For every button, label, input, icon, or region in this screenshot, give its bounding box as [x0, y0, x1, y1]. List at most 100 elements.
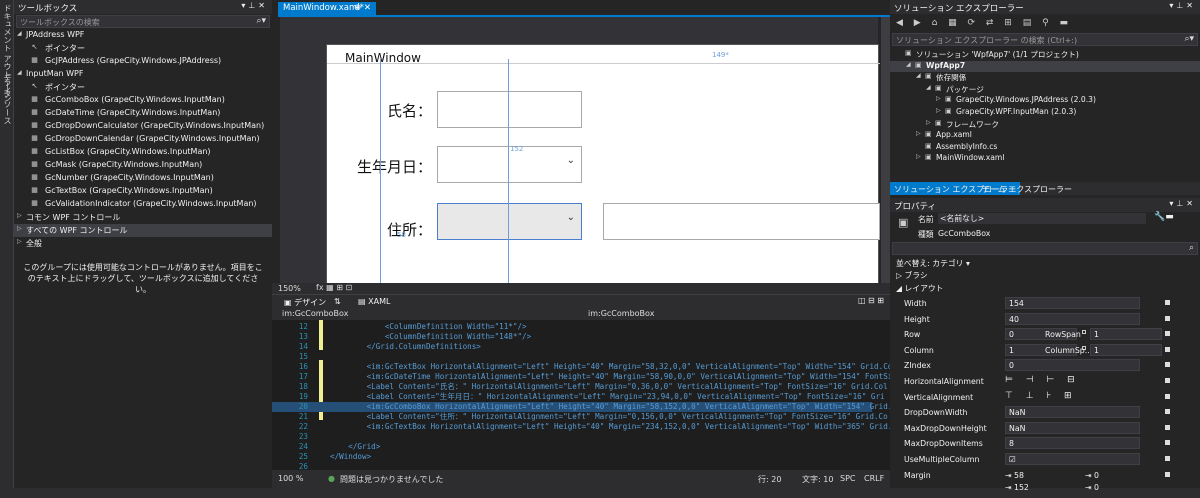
close-icon[interactable]: ⊕ ✕: [354, 3, 371, 13]
tab-design[interactable]: ▣ デザイン: [284, 297, 326, 308]
expand-icon[interactable]: ▷: [17, 225, 22, 232]
solution-tree-item[interactable]: ▷ ▣ フレームワーク: [890, 119, 1200, 130]
property-marker[interactable]: [1165, 471, 1170, 477]
solution-tree-item[interactable]: ▷ ▣ GrapeCity.Windows.JPAddress (2.0.3): [890, 95, 1200, 106]
alignment-buttons[interactable]: ⊤ ⊥ ⊦ ⊞: [1005, 391, 1077, 401]
label-birthdate[interactable]: 生年月日：: [357, 156, 432, 177]
wrench-icon[interactable]: 🔧▬: [1154, 212, 1174, 222]
chevron-down-icon[interactable]: ⌄: [567, 155, 575, 166]
margin-top[interactable]: ⇥ 0: [1085, 471, 1099, 480]
breadcrumb-right[interactable]: im:GcComboBox: [588, 309, 654, 318]
label-address[interactable]: 住所：: [387, 219, 432, 240]
expand-icon[interactable]: ▷: [916, 153, 921, 160]
property-value[interactable]: 0: [1005, 359, 1140, 372]
pin-icon[interactable]: ⊥: [1176, 199, 1186, 208]
code-line[interactable]: 15: [272, 352, 872, 362]
toolbox-item[interactable]: ▦ GcMask (GrapeCity.Windows.InputMan): [14, 159, 272, 172]
xaml-code-editor[interactable]: 12 <ColumnDefinition Width="11*"/> 13 <Co…: [272, 320, 893, 471]
code-line[interactable]: 25 </Window>: [272, 452, 872, 462]
breadcrumb-left[interactable]: im:GcComboBox: [282, 309, 348, 318]
toolbox-group[interactable]: ▷ コモン WPF コントロール: [14, 211, 272, 224]
expand-icon[interactable]: ▷: [936, 107, 941, 114]
property-marker[interactable]: [1165, 409, 1170, 415]
property-value[interactable]: NaN: [1005, 421, 1140, 434]
code-line[interactable]: 17 <im:GcDateTime HorizontalAlignment="L…: [272, 372, 893, 382]
zoom-select[interactable]: 150%: [278, 284, 301, 293]
solution-tree-item[interactable]: ▷ ▣ GrapeCity.WPF.InputMan (2.0.3): [890, 107, 1200, 118]
name-textbox[interactable]: [437, 91, 582, 128]
toolbox-item[interactable]: ↖ ポインター: [14, 81, 272, 94]
designer-scrollbar[interactable]: [881, 17, 890, 283]
split-layout-icon[interactable]: ◫ ⊟ ⊞: [858, 296, 884, 305]
solution-tree-item[interactable]: ◢ ▣ WpfApp7: [890, 60, 1200, 72]
code-line[interactable]: 12 <ColumnDefinition Width="11*"/>: [272, 322, 872, 332]
expand-icon[interactable]: ▷: [17, 238, 22, 245]
close-icon[interactable]: ✕: [258, 1, 268, 10]
code-line[interactable]: 13 <ColumnDefinition Width="148*"/>: [272, 332, 872, 342]
property-value[interactable]: 1: [1090, 328, 1162, 341]
code-line[interactable]: 19 <Label Content="生年月日：" HorizontalAlig…: [272, 392, 885, 402]
toolbox-item[interactable]: ▦ GcComboBox (GrapeCity.Windows.InputMan): [14, 94, 272, 107]
solution-search-input[interactable]: ソリューション エクスプローラー の検索 (Ctrl+:) ⌕▾: [892, 33, 1198, 46]
name-field[interactable]: <名前なし>: [938, 213, 1146, 224]
window-preview[interactable]: MainWindow 氏名： 生年月日： 住所： ⌄ ⌄ 149* 152 58: [326, 44, 880, 285]
property-value[interactable]: 40: [1005, 312, 1140, 325]
search-icon[interactable]: ⌕: [1189, 243, 1194, 253]
property-marker[interactable]: [1165, 346, 1170, 352]
expand-icon[interactable]: ▷: [926, 119, 931, 126]
pin-icon[interactable]: ⊥: [248, 1, 258, 10]
property-value[interactable]: NaN: [1005, 406, 1140, 419]
code-line[interactable]: 16 <im:GcTextBox HorizontalAlignment="Le…: [272, 362, 893, 372]
toolbox-item[interactable]: ↖ ポインター: [14, 42, 272, 55]
solution-tree-item[interactable]: ◢ ▣ パッケージ: [890, 84, 1200, 95]
chevron-down-icon[interactable]: ⌄: [567, 212, 575, 223]
properties-search-input[interactable]: ⌕: [892, 242, 1198, 255]
toolbox-item[interactable]: ▦ GcDropDownCalculator (GrapeCity.Windows…: [14, 120, 272, 133]
issue-status[interactable]: 問題は見つかりませんでした: [340, 474, 443, 485]
close-icon[interactable]: ✕: [1186, 1, 1196, 10]
tab-mainwindow-xaml[interactable]: MainWindow.xaml* ⊕ ✕: [278, 2, 376, 15]
category-layout[interactable]: ◢ レイアウト: [896, 283, 943, 294]
expand-icon[interactable]: ▷: [936, 95, 941, 102]
toolbox-item[interactable]: ▦ GcListBox (GrapeCity.Windows.InputMan): [14, 146, 272, 159]
property-marker[interactable]: [1165, 440, 1170, 446]
code-line[interactable]: 23: [272, 432, 872, 442]
toolbox-search-input[interactable]: ツールボックスの検索 ⌕▾: [16, 15, 270, 28]
toolbox-group[interactable]: ▷ 全般: [14, 237, 272, 250]
tab-team-explorer[interactable]: チーム エクスプローラー: [982, 184, 1072, 195]
expand-icon[interactable]: ◢: [17, 69, 22, 76]
expand-icon[interactable]: ◢: [926, 84, 931, 91]
property-marker[interactable]: [1165, 378, 1170, 383]
property-marker[interactable]: [1165, 456, 1170, 461]
toolbox-group[interactable]: ◢ InputMan WPF: [14, 68, 272, 81]
expand-icon[interactable]: ◢: [906, 61, 911, 68]
zoom-level[interactable]: 100 %: [278, 474, 303, 483]
solution-tree-item[interactable]: ▷ ▣ App.xaml: [890, 130, 1200, 141]
close-icon[interactable]: ✕: [1186, 199, 1196, 208]
solution-tree-item[interactable]: ▣ AssemblyInfo.cs: [890, 142, 1200, 153]
expand-icon[interactable]: ▷: [916, 130, 921, 137]
swap-icon[interactable]: ⇅: [334, 297, 341, 306]
toolbox-item[interactable]: ▦ GcNumber (GrapeCity.Windows.InputMan): [14, 172, 272, 185]
expand-icon[interactable]: ▷: [17, 212, 22, 219]
address-combobox[interactable]: ⌄: [437, 203, 582, 240]
pin-icon[interactable]: ⊥: [1176, 1, 1186, 10]
toolbox-group[interactable]: ◢ JPAddress WPF: [14, 29, 272, 42]
code-line[interactable]: 20 <im:GcComboBox HorizontalAlignment="L…: [272, 402, 892, 412]
toolbox-item[interactable]: ▦ GcTextBox (GrapeCity.Windows.InputMan): [14, 185, 272, 198]
alignment-buttons[interactable]: ⊨ ⊣ ⊢ ⊟: [1005, 375, 1080, 385]
property-marker[interactable]: [1165, 393, 1170, 399]
expand-icon[interactable]: ◢: [916, 72, 921, 79]
property-marker[interactable]: [1165, 424, 1170, 430]
toolbox-item[interactable]: ▦ GcJPAddress (GrapeCity.Windows.JPAddres…: [14, 55, 272, 68]
address-textbox[interactable]: [603, 203, 880, 240]
label-name[interactable]: 氏名：: [387, 100, 432, 121]
property-value[interactable]: 1: [1090, 343, 1162, 356]
expand-icon[interactable]: ◢: [17, 30, 22, 37]
solution-toolbar[interactable]: ◀ ▶ ⌂ ▦ ⟳ ⇄ ⊞ ▤ ⚲ ▬: [896, 18, 1072, 28]
property-marker[interactable]: [1165, 315, 1170, 321]
search-icon[interactable]: ⌕▾: [256, 16, 266, 26]
code-line[interactable]: 21 <Label Content="住所：" HorizontalAlignm…: [272, 412, 888, 422]
solution-tree-item[interactable]: ◢ ▣ 依存関係: [890, 72, 1200, 83]
code-line[interactable]: 18 <Label Content="氏名：" HorizontalAlignm…: [272, 382, 888, 392]
